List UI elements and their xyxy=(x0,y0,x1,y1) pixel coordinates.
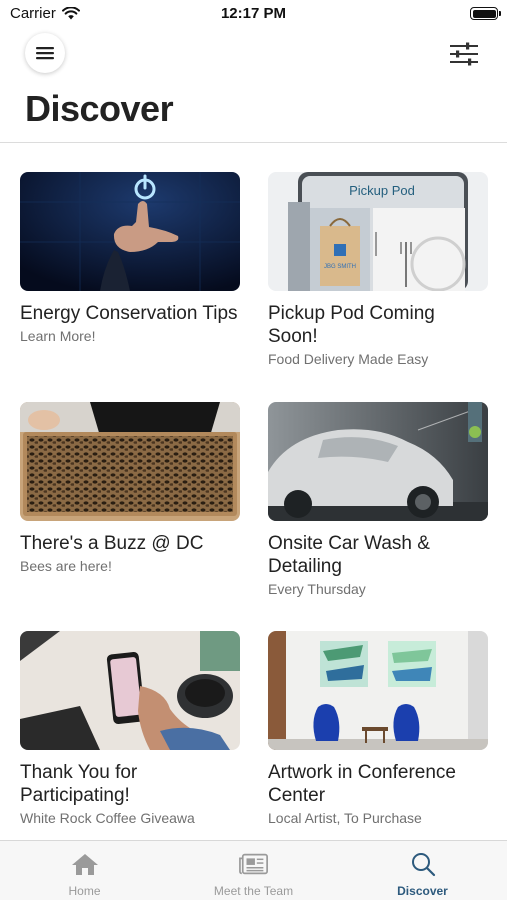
tab-home[interactable]: Home xyxy=(0,841,169,900)
card-bees[interactable]: There's a Buzz @ DC Bees are here! xyxy=(20,402,240,574)
card-subtitle: White Rock Coffee Giveawa xyxy=(20,810,195,826)
tab-discover[interactable]: Discover xyxy=(338,841,507,900)
card-energy-conservation[interactable]: Energy Conservation Tips Learn More! xyxy=(20,172,240,344)
card-image xyxy=(268,402,488,521)
pickup-pod-sign-text: Pickup Pod xyxy=(349,183,415,198)
header-divider xyxy=(0,142,507,143)
card-subtitle: Bees are here! xyxy=(20,558,112,574)
tab-label: Home xyxy=(68,884,101,898)
card-subtitle: Food Delivery Made Easy xyxy=(268,351,429,367)
menu-button[interactable] xyxy=(25,33,65,73)
newspaper-icon xyxy=(238,851,269,877)
card-artwork[interactable]: Artwork in Conference Center Local Artis… xyxy=(268,631,488,826)
card-title: Thank You for Participating! xyxy=(20,762,138,806)
status-bar: Carrier 12:17 PM xyxy=(0,0,507,30)
bag-brand-text: JBG SMITH xyxy=(324,264,356,270)
card-image xyxy=(20,402,240,521)
hamburger-menu-icon xyxy=(36,47,54,60)
home-icon xyxy=(70,851,100,877)
sliders-icon xyxy=(450,42,478,66)
card-title: There's a Buzz @ DC xyxy=(20,533,204,554)
card-image xyxy=(20,172,240,291)
status-time: 12:17 PM xyxy=(220,5,287,22)
tab-label: Discover xyxy=(397,884,448,898)
card-title: Energy Conservation Tips xyxy=(20,303,238,324)
card-subtitle: Learn More! xyxy=(20,328,96,344)
card-image: Pickup Pod JBG SMITH xyxy=(268,172,488,291)
tab-bar: Home Meet the Team Discover xyxy=(0,840,507,900)
card-coffee-giveaway[interactable]: Thank You for Participating! White Rock … xyxy=(20,631,240,826)
card-car-wash[interactable]: Onsite Car Wash & Detailing Every Thursd… xyxy=(268,402,488,597)
page-title: Discover xyxy=(25,88,174,129)
card-title: Pickup Pod Coming Soon! xyxy=(268,303,435,347)
card-image xyxy=(20,631,240,750)
card-image xyxy=(268,631,488,750)
card-subtitle: Local Artist, To Purchase xyxy=(268,810,422,826)
card-title: Onsite Car Wash & Detailing xyxy=(268,533,430,577)
filter-button[interactable] xyxy=(449,40,479,68)
card-subtitle: Every Thursday xyxy=(268,581,366,597)
battery-icon xyxy=(470,7,501,20)
card-title: Artwork in Conference Center xyxy=(268,762,456,806)
card-pickup-pod[interactable]: Pickup Pod JBG SMITH Pickup Pod Coming S… xyxy=(268,172,488,367)
search-icon xyxy=(408,851,438,877)
tab-meet-the-team[interactable]: Meet the Team xyxy=(169,841,338,900)
tab-label: Meet the Team xyxy=(213,884,294,898)
